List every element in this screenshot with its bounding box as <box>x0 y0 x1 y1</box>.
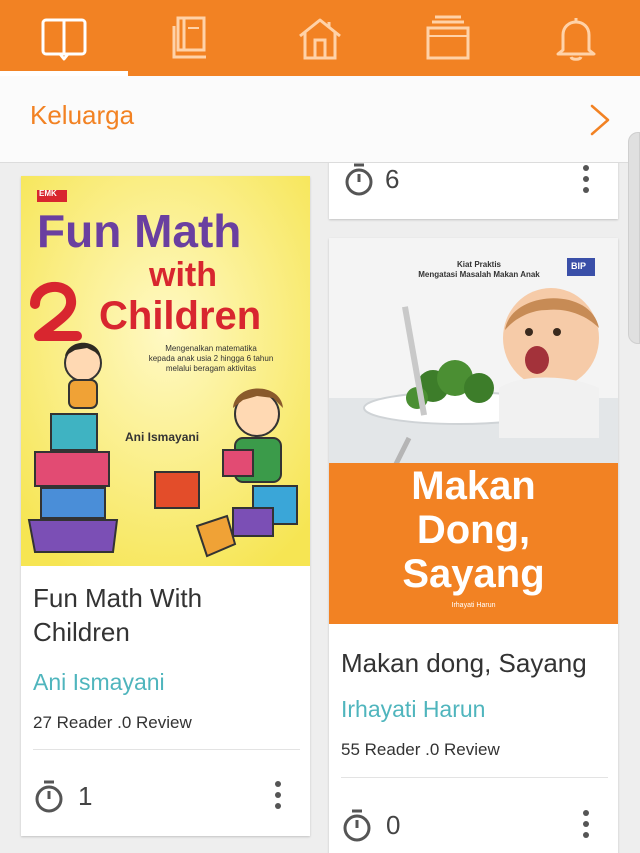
cover-kicker-line: Mengatasi Masalah Makan Anak <box>418 270 540 279</box>
book-stack-icon <box>172 16 206 59</box>
book-card[interactable]: EMK Fun Math with Children Mengenalkan m… <box>21 176 310 836</box>
cover-kicker: Kiat Praktis Mengatasi Masalah Makan Ana… <box>389 260 569 280</box>
book-card-partial[interactable]: 6 <box>329 163 618 219</box>
book-stats: 55 Reader .0 Review <box>341 740 500 759</box>
tab-read[interactable] <box>0 0 128 76</box>
tab-home[interactable] <box>256 0 384 76</box>
timer-icon <box>345 163 373 196</box>
card-count: 1 <box>78 781 93 811</box>
tab-collection[interactable] <box>384 0 512 76</box>
book-author[interactable]: Ani Ismayani <box>33 669 165 696</box>
book-title[interactable]: Fun Math With Children <box>33 581 293 649</box>
cover-title-line: Dong, <box>416 508 531 552</box>
category-title: Keluarga <box>30 100 135 130</box>
cover-title-line: Makan <box>411 464 536 508</box>
cover-author: Irhayati Harun <box>451 602 496 609</box>
cover-subtitle-line: melalui beragam aktivitas <box>165 364 257 373</box>
book-cover-image: Kiat Praktis Mengatasi Masalah Makan Ana… <box>329 238 618 624</box>
chevron-right-icon[interactable] <box>584 102 614 138</box>
cover-subtitle-line: Mengenalkan matematika <box>165 344 257 353</box>
more-options-icon[interactable] <box>581 163 591 195</box>
cover-subtitle-line: kepada anak usia 2 hingga 6 tahun <box>148 354 274 363</box>
card-count: 6 <box>385 164 400 194</box>
tab-library[interactable] <box>128 0 256 76</box>
book-stats: 27 Reader .0 Review <box>33 713 192 732</box>
book-title[interactable]: Makan dong, Sayang <box>341 646 611 680</box>
cover-title-line2: with <box>149 256 217 294</box>
book-grid: 6 EMK Fun Math with Children Mengenalkan… <box>0 163 640 853</box>
cover-title-line3: Children <box>99 294 262 338</box>
book-cover-image: EMK Fun Math with Children Mengenalkan m… <box>21 176 310 566</box>
cover-author: Ani Ismayani <box>125 430 200 444</box>
cover-subtitle: Mengenalkan matematika kepada anak usia … <box>121 344 301 374</box>
inbox-tray-icon <box>426 15 470 60</box>
bell-icon <box>556 18 596 61</box>
cover-title-line1: Fun Math <box>37 205 242 257</box>
home-icon <box>299 18 341 60</box>
edge-scroll-handle[interactable] <box>628 132 640 344</box>
book-author[interactable]: Irhayati Harun <box>341 696 485 723</box>
cover-kicker-line: Kiat Praktis <box>456 260 502 269</box>
card-divider <box>33 749 300 750</box>
book-card[interactable]: Kiat Praktis Mengatasi Masalah Makan Ana… <box>329 238 618 853</box>
cover-title: Makan Dong, Sayang <box>329 464 618 596</box>
category-header[interactable]: Keluarga <box>0 76 640 163</box>
cover-title-line: Sayang <box>402 552 545 596</box>
cover-publisher: EMK <box>39 189 57 198</box>
timer-icon <box>343 809 371 842</box>
cover-publisher: BIP <box>571 261 587 271</box>
card-count: 0 <box>386 810 401 840</box>
card-divider <box>341 777 608 778</box>
top-tab-bar <box>0 0 640 76</box>
more-options-icon[interactable] <box>581 808 591 840</box>
open-book-icon <box>41 18 87 61</box>
timer-icon <box>35 780 63 813</box>
more-options-icon[interactable] <box>273 779 283 811</box>
tab-notifications[interactable] <box>512 0 640 76</box>
